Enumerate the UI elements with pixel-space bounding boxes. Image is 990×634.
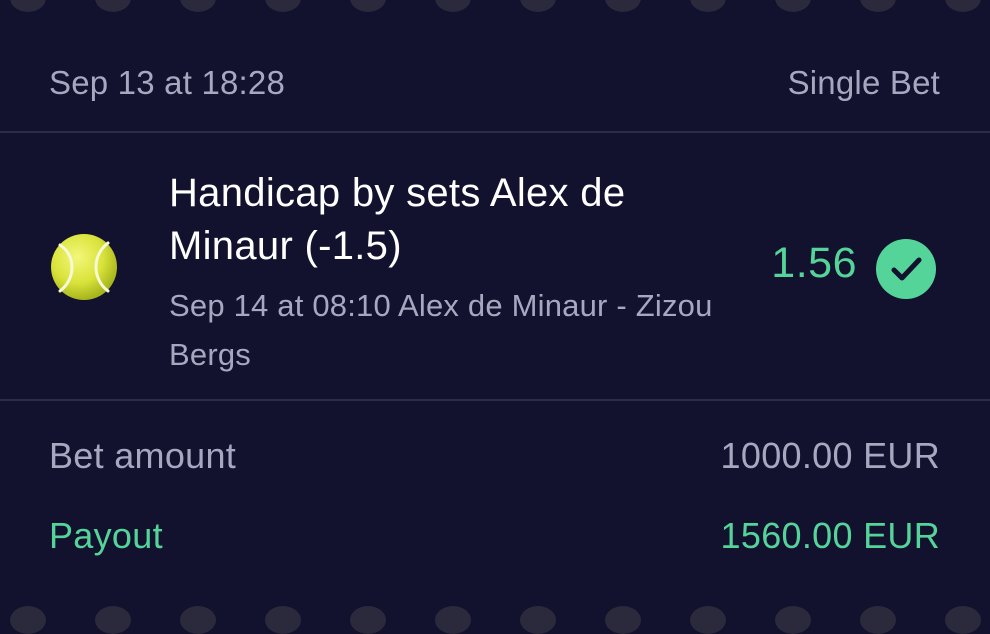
perforation-dot [435,606,471,634]
payout-label: Payout [49,515,163,556]
perforation-dot [775,606,811,634]
bet-amount-value: 1000.00 EUR [720,435,940,476]
perforation-dot [95,606,131,634]
ticket-perforation-bottom [0,606,990,634]
check-circle-icon [876,239,936,299]
bet-placed-date: Sep 13 at 18:28 [49,64,286,101]
bet-type-label: Single Bet [787,64,940,101]
bet-summary: Bet amount 1000.00 EUR Payout 1560.00 EU… [0,401,990,618]
tennis-ball-icon [50,233,118,301]
bet-ticket: Sep 13 at 18:28 Single Bet Handicap by s… [0,0,990,634]
perforation-dot [180,606,216,634]
bet-selection[interactable]: Handicap by sets Alex de Minaur (-1.5) S… [0,133,990,399]
bet-odds: 1.56 [771,239,857,287]
perforation-dot [605,606,641,634]
bet-market-title: Handicap by sets Alex de Minaur (-1.5) [169,171,626,268]
payout-value: 1560.00 EUR [720,515,940,556]
perforation-dot [690,606,726,634]
perforation-dot [265,606,301,634]
perforation-dot [945,606,981,634]
perforation-dot [520,606,556,634]
bet-amount-label: Bet amount [49,435,237,476]
perforation-dot [10,606,46,634]
perforation-dot [350,606,386,634]
ticket-header: Sep 13 at 18:28 Single Bet [0,0,990,132]
perforation-dot [860,606,896,634]
bet-event-details: Sep 14 at 08:10 Alex de Minaur - Zizou B… [169,288,713,372]
